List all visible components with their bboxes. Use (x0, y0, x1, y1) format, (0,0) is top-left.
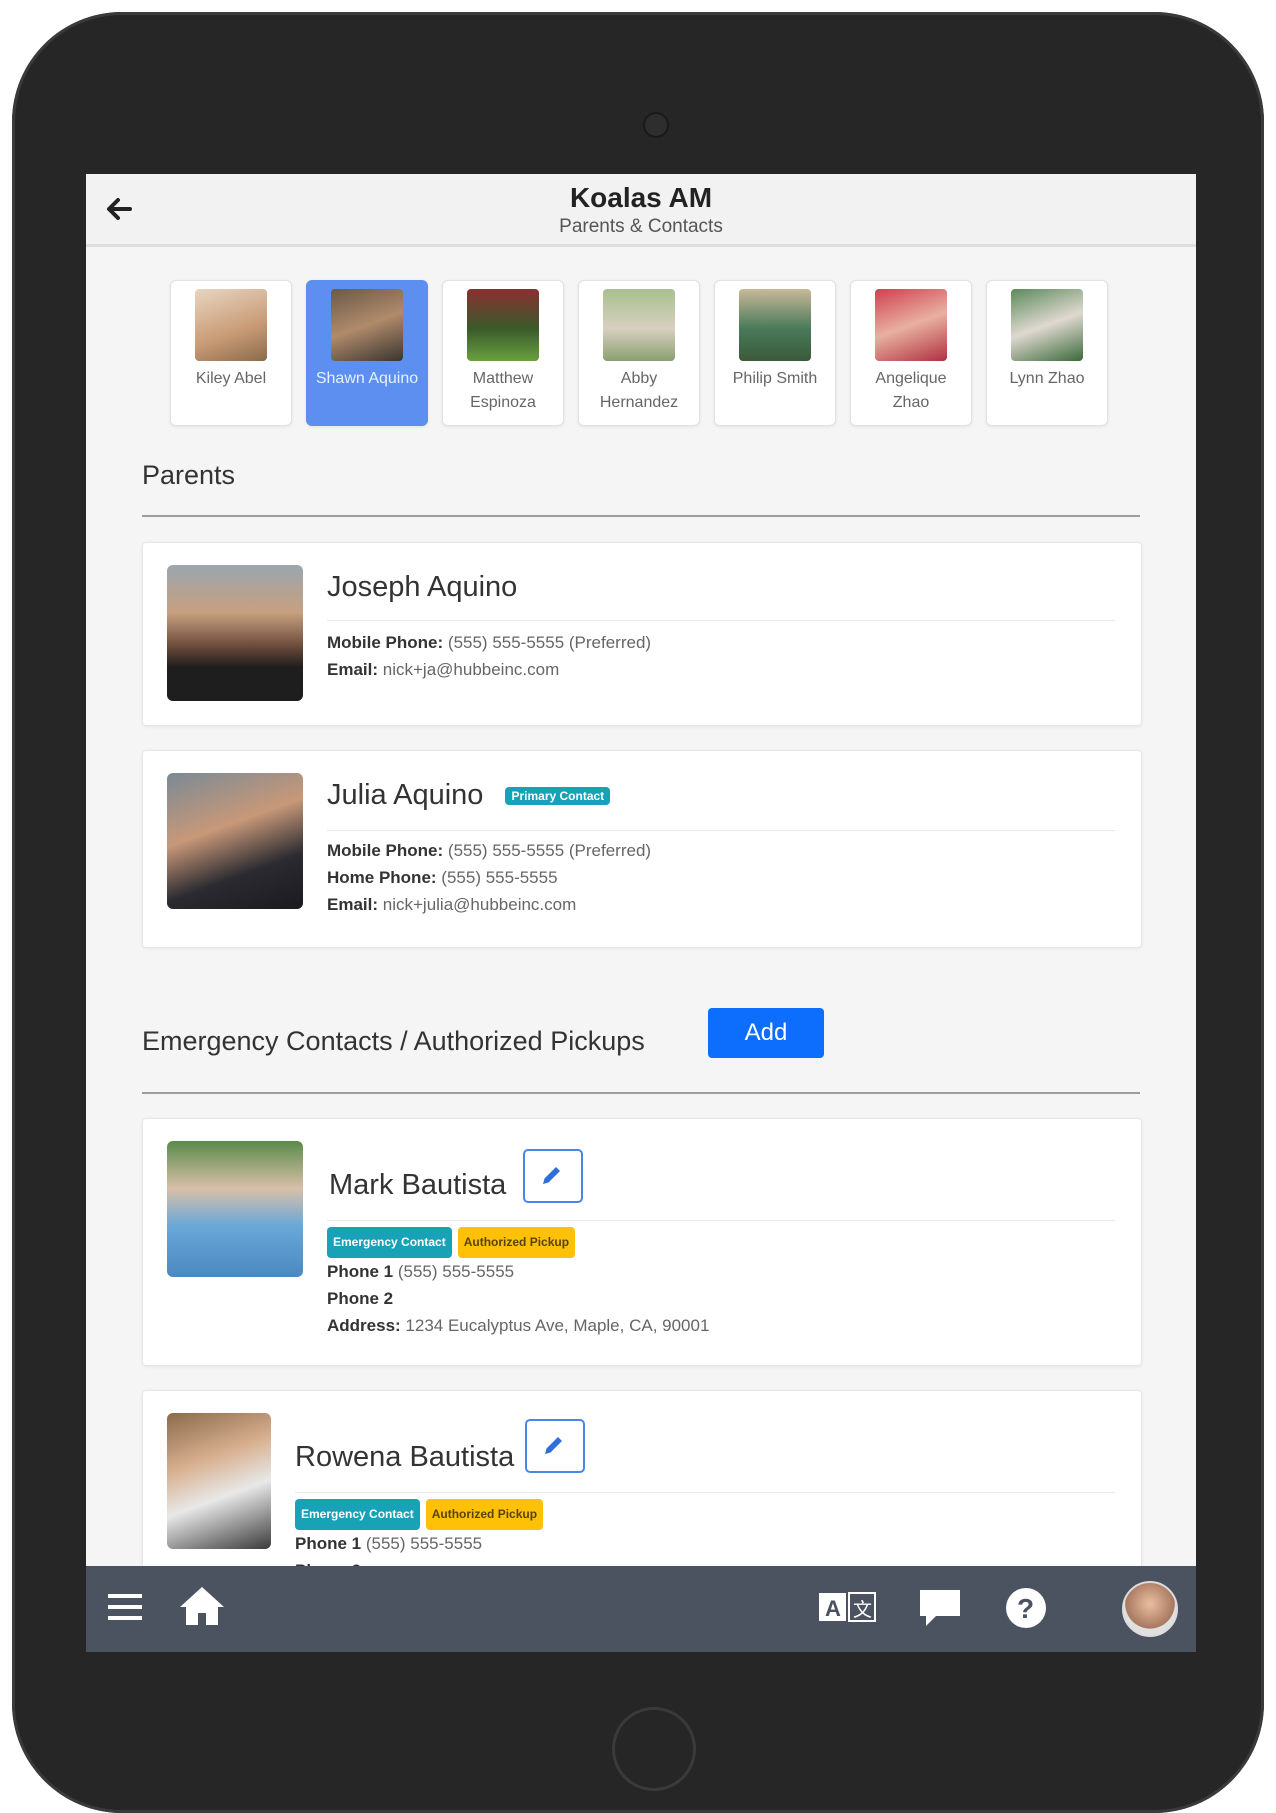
contact-photo (167, 1141, 303, 1277)
primary-contact-badge: Primary Contact (505, 787, 611, 806)
help-icon[interactable]: ? (1004, 1586, 1048, 1635)
address-label: Address: (327, 1316, 401, 1335)
edit-contact-button[interactable] (523, 1149, 583, 1203)
home-phone[interactable]: (555) 555-5555 (441, 868, 557, 887)
app-screen: Koalas AM Parents & Contacts Kiley Abel … (86, 174, 1196, 1652)
child-name: Lynn Zhao (1009, 370, 1085, 387)
child-card-angelique-zhao[interactable]: Angelique Zhao (850, 280, 972, 426)
parents-heading: Parents (142, 460, 236, 490)
contact-photo (167, 1413, 271, 1549)
child-selector: Kiley Abel Shawn Aquino Matthew Espinoza… (170, 280, 1108, 426)
address-value: 1234 Eucalyptus Ave, Maple, CA, 90001 (405, 1316, 710, 1335)
phone1-value[interactable]: (555) 555-5555 (398, 1262, 514, 1281)
authorized-pickup-badge: Authorized Pickup (425, 1499, 544, 1530)
emergency-card-mark-bautista: Mark Bautista Emergency Contact Authorize… (142, 1118, 1142, 1366)
child-name: Kiley Abel (195, 370, 267, 387)
parent-contact-info: Mobile Phone: (555) 555-5555 (Preferred)… (327, 629, 651, 683)
add-contact-button[interactable]: Add (708, 1008, 824, 1058)
child-photo (195, 289, 267, 361)
phone1-value[interactable]: (555) 555-5555 (366, 1534, 482, 1553)
child-card-philip-smith[interactable]: Philip Smith (714, 280, 836, 426)
phone2-label: Phone 2 (327, 1289, 394, 1308)
svg-text:?: ? (1017, 1593, 1034, 1624)
divider (295, 1492, 1115, 1493)
child-photo (1011, 289, 1083, 361)
divider (142, 515, 1140, 517)
child-name: Abby Hernandez (599, 370, 679, 411)
email-label: Email: (327, 660, 379, 679)
child-card-abby-hernandez[interactable]: Abby Hernandez (578, 280, 700, 426)
email-link[interactable]: nick+ja@hubbeinc.com (383, 660, 560, 679)
divider (327, 620, 1115, 621)
parent-photo (167, 773, 303, 909)
phone1-label: Phone 1 (327, 1262, 394, 1281)
translate-icon[interactable]: A文 (818, 1590, 876, 1629)
child-card-lynn-zhao[interactable]: Lynn Zhao (986, 280, 1108, 426)
child-name: Philip Smith (732, 370, 818, 387)
parent-card-joseph-aquino: Joseph Aquino Mobile Phone: (555) 555-55… (142, 542, 1142, 726)
chat-icon[interactable] (918, 1586, 962, 1635)
pencil-icon (543, 1167, 560, 1184)
emergency-contact-badge: Emergency Contact (295, 1499, 420, 1530)
user-avatar[interactable] (1122, 1581, 1178, 1637)
parent-name: Julia Aquino (327, 779, 484, 811)
page-subtitle: Parents & Contacts (559, 216, 723, 237)
child-photo (739, 289, 811, 361)
page-title: Koalas AM (569, 182, 713, 213)
child-card-shawn-aquino[interactable]: Shawn Aquino (306, 280, 428, 426)
bottom-nav-bar: A文 ? (86, 1566, 1196, 1652)
mobile-phone[interactable]: (555) 555-5555 (Preferred) (448, 841, 651, 860)
mobile-phone[interactable]: (555) 555-5555 (Preferred) (448, 633, 651, 652)
parent-name-row: Julia Aquino Primary Contact (327, 779, 616, 812)
parent-name: Joseph Aquino (327, 571, 518, 603)
child-card-kiley-abel[interactable]: Kiley Abel (170, 280, 292, 426)
contact-name: Rowena Bautista (295, 1441, 515, 1473)
child-photo (603, 289, 675, 361)
camera (643, 112, 669, 138)
child-card-matthew-espinoza[interactable]: Matthew Espinoza (442, 280, 564, 426)
divider (327, 830, 1115, 831)
authorized-pickup-badge: Authorized Pickup (457, 1227, 576, 1258)
emergency-contact-badge: Emergency Contact (327, 1227, 452, 1258)
child-photo (467, 289, 539, 361)
home-icon[interactable] (178, 1584, 226, 1633)
parent-contact-info: Mobile Phone: (555) 555-5555 (Preferred)… (327, 837, 651, 918)
child-name: Shawn Aquino (315, 370, 419, 387)
menu-icon[interactable] (106, 1588, 144, 1631)
svg-text:A: A (825, 1596, 841, 1621)
pencil-icon (545, 1437, 562, 1454)
mobile-label: Mobile Phone: (327, 633, 444, 652)
home-hardware-button[interactable] (612, 1707, 696, 1791)
child-photo (875, 289, 947, 361)
child-photo (331, 289, 403, 361)
email-link[interactable]: nick+julia@hubbeinc.com (383, 895, 577, 914)
parent-card-julia-aquino: Julia Aquino Primary Contact Mobile Phon… (142, 750, 1142, 948)
divider (142, 1092, 1140, 1094)
home-phone-label: Home Phone: (327, 868, 437, 887)
edit-contact-button[interactable] (525, 1419, 585, 1473)
top-bar: Koalas AM Parents & Contacts (86, 174, 1196, 247)
phone1-label: Phone 1 (295, 1534, 362, 1553)
child-name: Angelique Zhao (875, 370, 947, 411)
emergency-contacts-heading: Emergency Contacts / Authorized Pickups (142, 1026, 645, 1056)
email-label: Email: (327, 895, 379, 914)
mobile-label: Mobile Phone: (327, 841, 444, 860)
svg-text:文: 文 (853, 1599, 872, 1621)
divider (327, 1220, 1115, 1221)
parent-photo (167, 565, 303, 701)
contact-details: Emergency Contact Authorized Pickup Phone… (327, 1227, 709, 1339)
child-name: Matthew Espinoza (470, 370, 536, 411)
contact-name: Mark Bautista (329, 1169, 507, 1201)
